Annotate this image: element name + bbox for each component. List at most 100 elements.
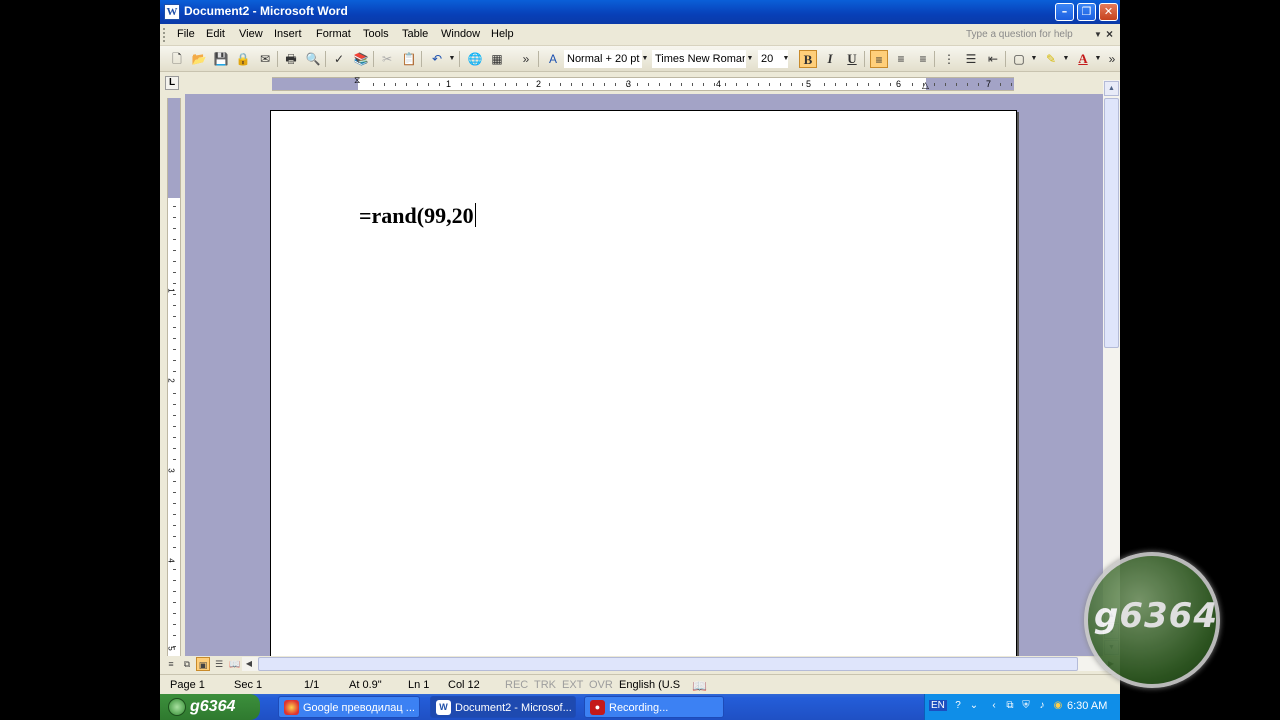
ruler-tick — [824, 83, 825, 86]
left-margin-area — [272, 78, 358, 90]
start-button[interactable]: g6364 — [160, 694, 260, 720]
font-color-button[interactable]: A — [1074, 50, 1092, 68]
hyperlink-icon[interactable]: 🌐 — [466, 50, 484, 68]
help-search-input[interactable]: Type a question for help — [962, 27, 1098, 43]
menu-format[interactable]: Format — [316, 28, 351, 40]
minimize-button[interactable]: – — [1055, 3, 1074, 21]
paste-icon[interactable]: 📋 — [400, 50, 418, 68]
document-page[interactable]: =rand(99,20 — [270, 110, 1017, 656]
email-icon[interactable]: ✉ — [256, 50, 274, 68]
italic-button[interactable]: I — [821, 50, 839, 68]
decrease-indent-icon[interactable]: ⇤ — [984, 50, 1002, 68]
bullets-icon[interactable]: ☰ — [962, 50, 980, 68]
ruler-tick — [173, 261, 176, 262]
show-hidden-icons[interactable]: ‹ — [987, 699, 1001, 713]
normal-view-icon[interactable]: ≡ — [164, 657, 178, 671]
outline-view-icon[interactable]: ☰ — [212, 657, 226, 671]
tray-options-icon[interactable]: ⌄ — [967, 699, 981, 713]
insert-table-icon[interactable]: ▦ — [488, 50, 506, 68]
font-select[interactable]: Times New Roman — [652, 50, 746, 68]
close-document-icon[interactable]: × — [1106, 27, 1113, 41]
reading-layout-icon[interactable]: 📖 — [228, 657, 242, 671]
print-preview-icon[interactable]: 🔍 — [304, 50, 322, 68]
toolbar-separator — [934, 51, 935, 67]
document-text-line[interactable]: =rand(99,20 — [359, 203, 476, 229]
help-dropdown-arrow-icon[interactable]: ▼ — [1094, 30, 1102, 39]
style-select[interactable]: Normal + 20 pt — [564, 50, 642, 68]
toolbar-options-icon[interactable]: » — [1106, 50, 1118, 68]
underline-button[interactable]: U — [843, 50, 861, 68]
spelling-icon[interactable]: ✓ — [330, 50, 348, 68]
new-document-icon[interactable]: 🗋 — [168, 50, 186, 68]
bold-button[interactable]: B — [799, 50, 817, 68]
font-dropdown-icon[interactable]: ▼ — [744, 50, 756, 68]
open-folder-icon[interactable]: 📂 — [190, 50, 208, 68]
menu-help[interactable]: Help — [491, 28, 514, 40]
start-label: g6364 — [190, 698, 236, 715]
close-button[interactable]: ✕ — [1099, 3, 1118, 21]
status-trk[interactable]: TRK — [534, 679, 556, 691]
scroll-left-icon[interactable]: ◀ — [242, 657, 256, 671]
ruler-tick — [173, 492, 176, 493]
menu-table[interactable]: Table — [402, 28, 428, 40]
highlight-icon[interactable]: ✎ — [1042, 50, 1060, 68]
font-color-dropdown-icon[interactable]: ▼ — [1092, 50, 1104, 68]
highlight-dropdown-icon[interactable]: ▼ — [1060, 50, 1072, 68]
styles-formatting-icon[interactable]: A — [544, 50, 562, 68]
align-center-icon[interactable]: ≡ — [892, 50, 910, 68]
status-language[interactable]: English (U.S — [619, 679, 680, 691]
menu-insert[interactable]: Insert — [274, 28, 302, 40]
font-size-dropdown-icon[interactable]: ▼ — [780, 50, 792, 68]
vertical-ruler[interactable]: 1 2 3 4 5 — [167, 98, 181, 656]
menu-window[interactable]: Window — [441, 28, 480, 40]
status-rec[interactable]: REC — [505, 679, 528, 691]
network-icon[interactable]: ⧉ — [1003, 699, 1017, 713]
word-app-icon[interactable]: W — [164, 4, 180, 20]
style-dropdown-icon[interactable]: ▼ — [639, 50, 651, 68]
first-line-indent-marker[interactable]: ⧖ — [354, 75, 360, 86]
tab-selector[interactable]: L — [165, 76, 179, 90]
status-ovr[interactable]: OVR — [589, 679, 613, 691]
restore-button[interactable]: ❐ — [1077, 3, 1096, 21]
task-recording[interactable]: ● Recording... — [584, 696, 724, 718]
menu-view[interactable]: View — [239, 28, 263, 40]
help-tray-icon[interactable]: ? — [951, 699, 965, 713]
print-icon[interactable]: 🖶 — [282, 50, 300, 68]
language-indicator[interactable]: EN — [929, 700, 947, 711]
menu-grip-handle[interactable] — [163, 28, 166, 42]
spelling-status-icon[interactable]: 📖 — [692, 679, 707, 693]
clock[interactable]: 6:30 AM — [1067, 700, 1107, 712]
status-at: At 0.9" — [349, 679, 382, 691]
numbering-icon[interactable]: ⋮ — [940, 50, 958, 68]
align-left-icon[interactable]: ≡ — [870, 50, 888, 68]
research-icon[interactable]: 📚 — [352, 50, 370, 68]
scroll-up-icon[interactable]: ▲ — [1104, 81, 1119, 96]
borders-icon[interactable]: ▢ — [1010, 50, 1028, 68]
update-icon[interactable]: ◉ — [1051, 699, 1065, 713]
vertical-scroll-thumb[interactable] — [1104, 98, 1119, 348]
cut-icon[interactable]: ✂ — [378, 50, 396, 68]
align-right-icon[interactable]: ≡ — [914, 50, 932, 68]
horizontal-scrollbar[interactable]: ◀ ▶ — [242, 657, 1120, 671]
task-word-document[interactable]: W Document2 - Microsof... — [430, 696, 576, 718]
toolbar-options-icon[interactable]: » — [520, 50, 532, 68]
undo-icon[interactable]: ↶ — [428, 50, 446, 68]
volume-icon[interactable]: ♪ — [1035, 699, 1049, 713]
status-ext[interactable]: EXT — [562, 679, 583, 691]
web-layout-icon[interactable]: ⧉ — [180, 657, 194, 671]
ruler-tick — [173, 371, 176, 372]
task-google-translate[interactable]: Google преводилац ... — [278, 696, 420, 718]
horizontal-ruler[interactable]: ⧖ △ 1 2 3 4 5 6 7 — [272, 75, 1014, 91]
security-icon[interactable]: ⛨ — [1019, 699, 1033, 713]
undo-dropdown-icon[interactable]: ▼ — [446, 50, 458, 68]
save-icon[interactable]: 💾 — [212, 50, 230, 68]
title-bar[interactable]: W Document2 - Microsoft Word – ❐ ✕ — [160, 0, 1120, 24]
horizontal-scroll-thumb[interactable] — [258, 657, 1078, 671]
menu-file[interactable]: File — [177, 28, 195, 40]
print-layout-icon[interactable]: ▣ — [196, 657, 210, 671]
menu-tools[interactable]: Tools — [363, 28, 389, 40]
permission-icon[interactable]: 🔒 — [234, 50, 252, 68]
ruler-tick — [978, 83, 979, 86]
menu-edit[interactable]: Edit — [206, 28, 225, 40]
borders-dropdown-icon[interactable]: ▼ — [1028, 50, 1040, 68]
